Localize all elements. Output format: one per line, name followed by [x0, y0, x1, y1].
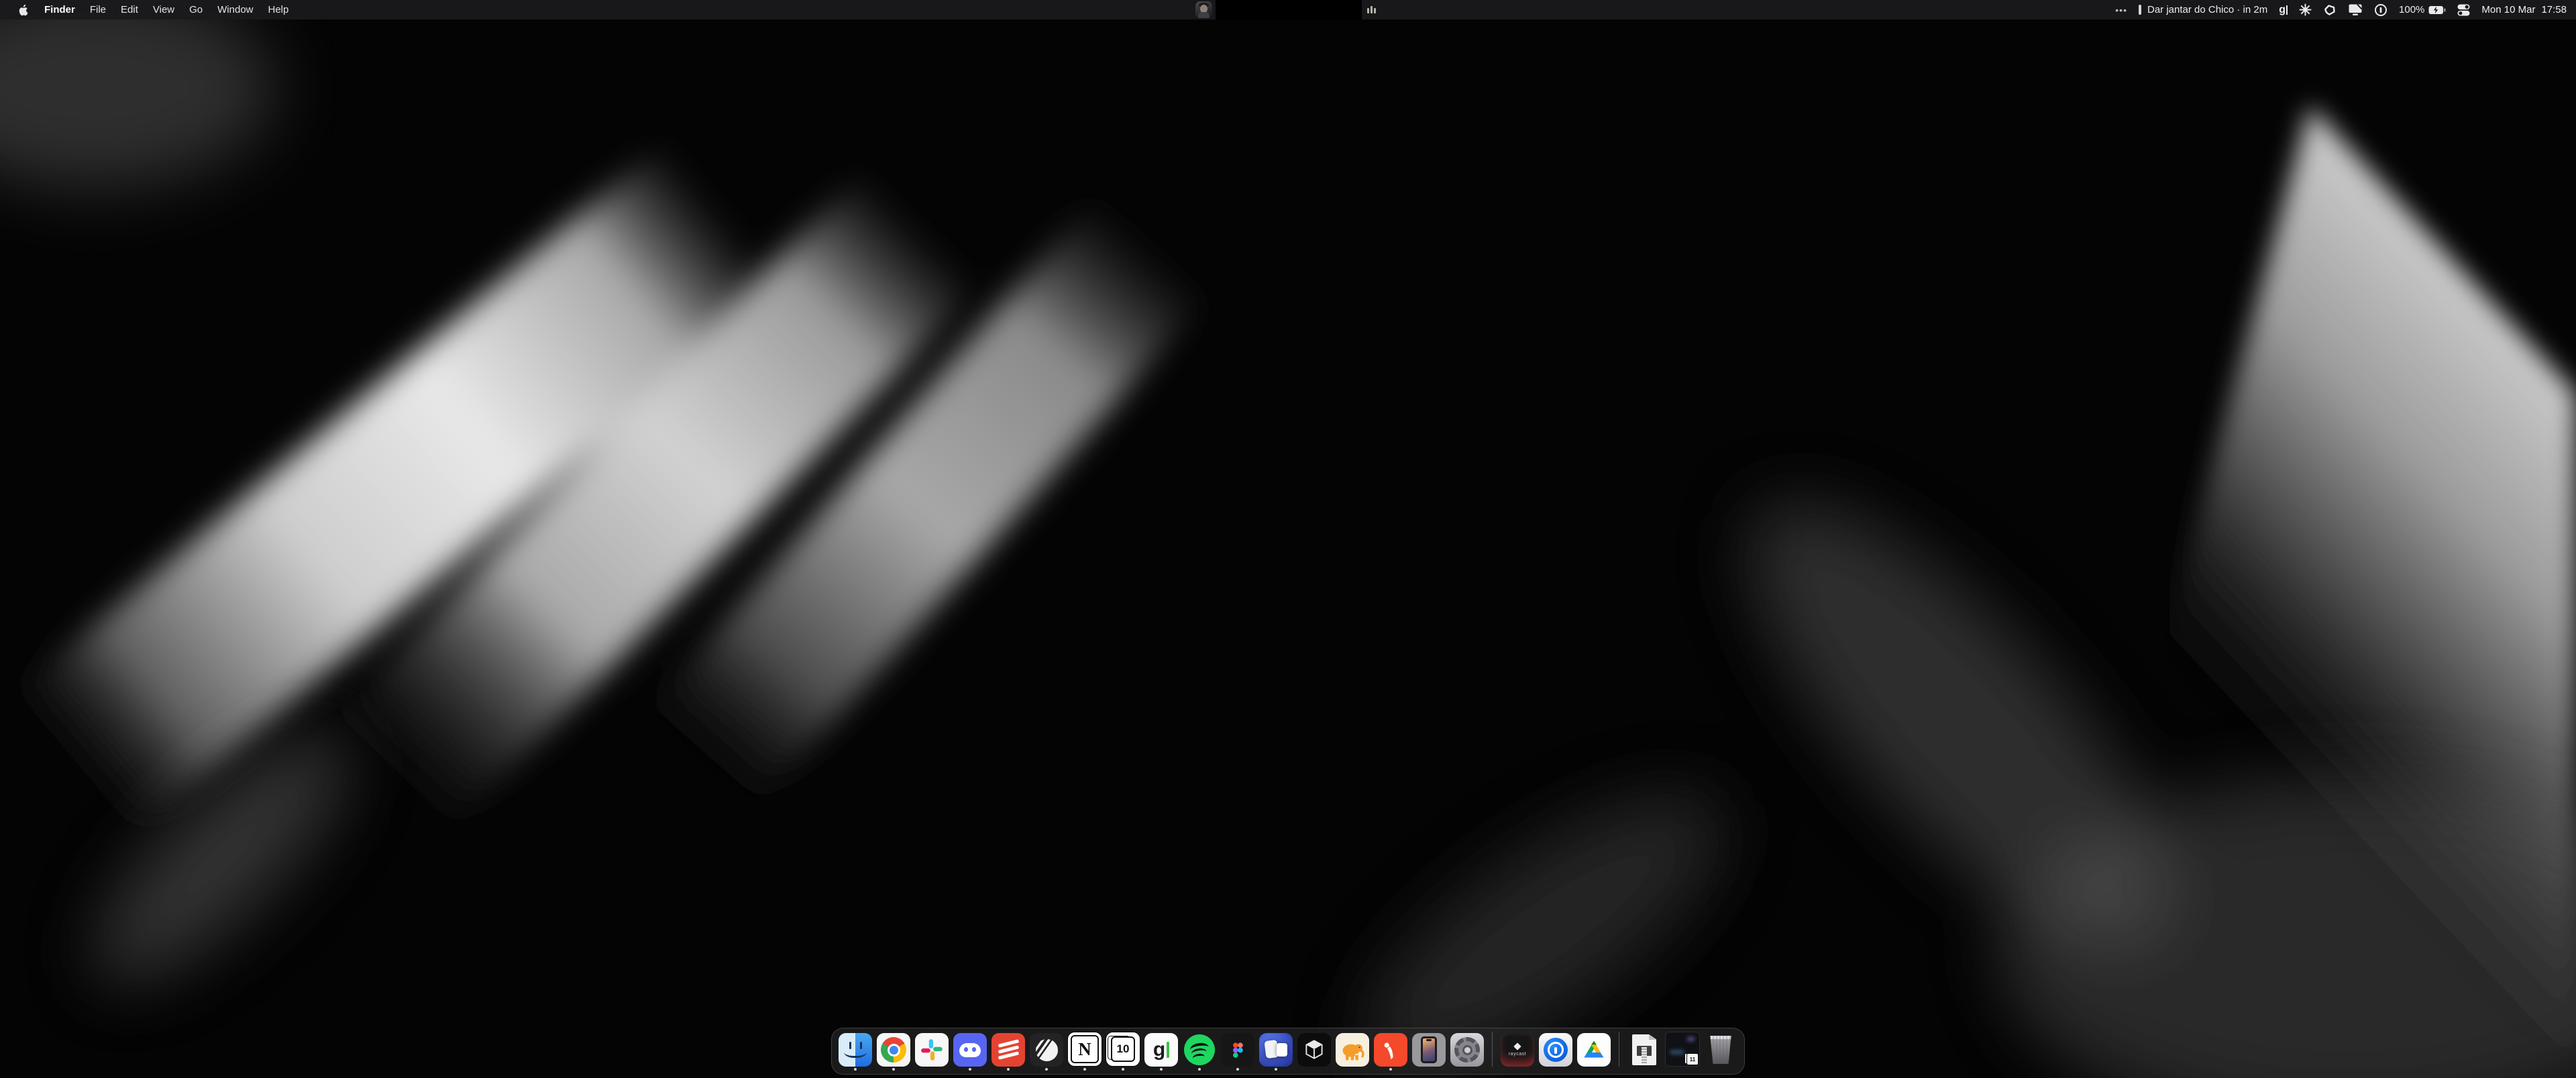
zip-file-icon: [1632, 1034, 1656, 1065]
dock-separator: [1492, 1032, 1493, 1067]
menu-finder[interactable]: Finder: [37, 0, 83, 19]
slack-icon: [919, 1037, 945, 1063]
dock-linear[interactable]: [1029, 1033, 1064, 1071]
one-password-menubar-item[interactable]: [2374, 0, 2387, 19]
audio-level-bars-icon[interactable]: [1367, 6, 1376, 13]
granola-caret-icon: [2286, 5, 2288, 15]
running-indicator: [1236, 1068, 1239, 1071]
control-center-icon: [2457, 4, 2470, 16]
wallpaper: [0, 0, 2576, 1078]
granola-g-icon: g: [2279, 5, 2286, 15]
running-indicator: [1007, 1068, 1010, 1071]
dock-chrome[interactable]: [876, 1033, 911, 1071]
dock-superhuman[interactable]: [1373, 1033, 1408, 1071]
menu-go[interactable]: Go: [182, 0, 210, 19]
overflow-menu-icon[interactable]: •••: [2115, 0, 2127, 19]
menu-window[interactable]: Window: [210, 0, 260, 19]
event-menu-item[interactable]: Dar jantar do Chico · in 2m: [2139, 0, 2267, 19]
one-password-icon: [2374, 3, 2387, 17]
superhuman-flying-figure-icon: [1378, 1037, 1403, 1063]
dock: N 10 g: [831, 1028, 1745, 1075]
camera-notch: [1216, 0, 1362, 19]
dock-granola[interactable]: g: [1144, 1033, 1179, 1071]
running-indicator: [1122, 1068, 1124, 1071]
running-indicator: [1083, 1068, 1086, 1071]
dock-discord[interactable]: [953, 1033, 987, 1071]
dock-spotify[interactable]: [1182, 1033, 1217, 1071]
menu-edit[interactable]: Edit: [113, 0, 146, 19]
starburst-menubar-item[interactable]: [2299, 0, 2312, 19]
minimized-window-thumbnail: 11: [1665, 1032, 1700, 1067]
control-center-menubar-item[interactable]: [2457, 0, 2470, 19]
granola-menubar-item[interactable]: g: [2279, 0, 2288, 19]
macos-desktop: Finder File Edit View Go Window Help •••…: [0, 0, 2576, 1078]
dock-1password[interactable]: [1538, 1033, 1573, 1071]
granola-caret: [1167, 1042, 1169, 1058]
event-separator-bar: [2139, 5, 2141, 15]
raycast-label: raycast: [1509, 1052, 1526, 1057]
apple-logo-icon: [19, 4, 29, 16]
running-indicator: [1160, 1068, 1163, 1071]
cube-icon: [1301, 1037, 1327, 1063]
shape-menubar-item[interactable]: [2323, 0, 2337, 19]
dock-raycast[interactable]: raycast: [1500, 1033, 1535, 1071]
running-indicator: [1045, 1068, 1048, 1071]
menu-file[interactable]: File: [83, 0, 113, 19]
gear-icon: [1454, 1037, 1480, 1063]
notion-calendar-date: 10: [1111, 1036, 1135, 1062]
clock-time: 17:58: [2541, 4, 2567, 15]
trash-icon: [1709, 1036, 1732, 1064]
battery-percent: 100%: [2399, 4, 2424, 15]
running-indicator: [854, 1068, 857, 1071]
dock-finder[interactable]: [838, 1033, 873, 1071]
dock-iphone-mirroring[interactable]: [1411, 1033, 1446, 1071]
dock-zip-file[interactable]: [1627, 1033, 1662, 1071]
running-indicator: [1198, 1068, 1201, 1071]
battery-charging-icon: [2428, 5, 2446, 15]
starburst-icon: [2299, 3, 2312, 16]
shape-outline-icon: [2323, 4, 2337, 16]
raycast-spark-icon: [1513, 1042, 1521, 1050]
dock-figma[interactable]: [1220, 1033, 1255, 1071]
clock-date: Mon 10 Mar: [2481, 4, 2535, 15]
google-drive-icon: [1580, 1036, 1607, 1063]
display-icon: [2348, 3, 2363, 16]
dock-trash[interactable]: [1703, 1033, 1738, 1071]
dock-system-settings[interactable]: [1450, 1033, 1485, 1071]
dock-notion-calendar[interactable]: 10: [1106, 1032, 1140, 1071]
dock-notion[interactable]: N: [1067, 1032, 1102, 1071]
clock-menubar-item[interactable]: Mon 10 Mar 17:58: [2481, 0, 2567, 19]
dock-google-drive[interactable]: [1576, 1033, 1611, 1071]
menu-bar: Finder File Edit View Go Window Help •••…: [0, 0, 2576, 19]
menu-help[interactable]: Help: [261, 0, 297, 19]
minimized-window-app-badge: 11: [1686, 1053, 1699, 1065]
apple-menu[interactable]: [11, 0, 37, 19]
dock-todoist[interactable]: [991, 1033, 1026, 1071]
notion-n-glyph: N: [1071, 1035, 1099, 1063]
dock-screen-studio[interactable]: [1258, 1033, 1293, 1071]
mammoth-icon: [1339, 1036, 1366, 1063]
battery-menubar-item[interactable]: 100%: [2399, 0, 2446, 19]
running-indicator: [969, 1068, 971, 1071]
dock-cube-app[interactable]: [1297, 1033, 1332, 1071]
avatar-menu-item[interactable]: [1195, 1, 1212, 18]
granola-g-glyph: g: [1153, 1042, 1165, 1058]
running-indicator: [1389, 1068, 1392, 1071]
running-indicator: [892, 1068, 895, 1071]
display-menubar-item[interactable]: [2348, 0, 2363, 19]
dock-mammoth[interactable]: [1335, 1033, 1370, 1071]
dock-slack[interactable]: [914, 1033, 949, 1071]
dock-minimized-window[interactable]: 11: [1665, 1032, 1700, 1071]
menu-view[interactable]: View: [146, 0, 182, 19]
figma-icon: [1225, 1037, 1250, 1063]
event-text: Dar jantar do Chico · in 2m: [2147, 4, 2267, 15]
running-indicator: [1275, 1068, 1277, 1071]
